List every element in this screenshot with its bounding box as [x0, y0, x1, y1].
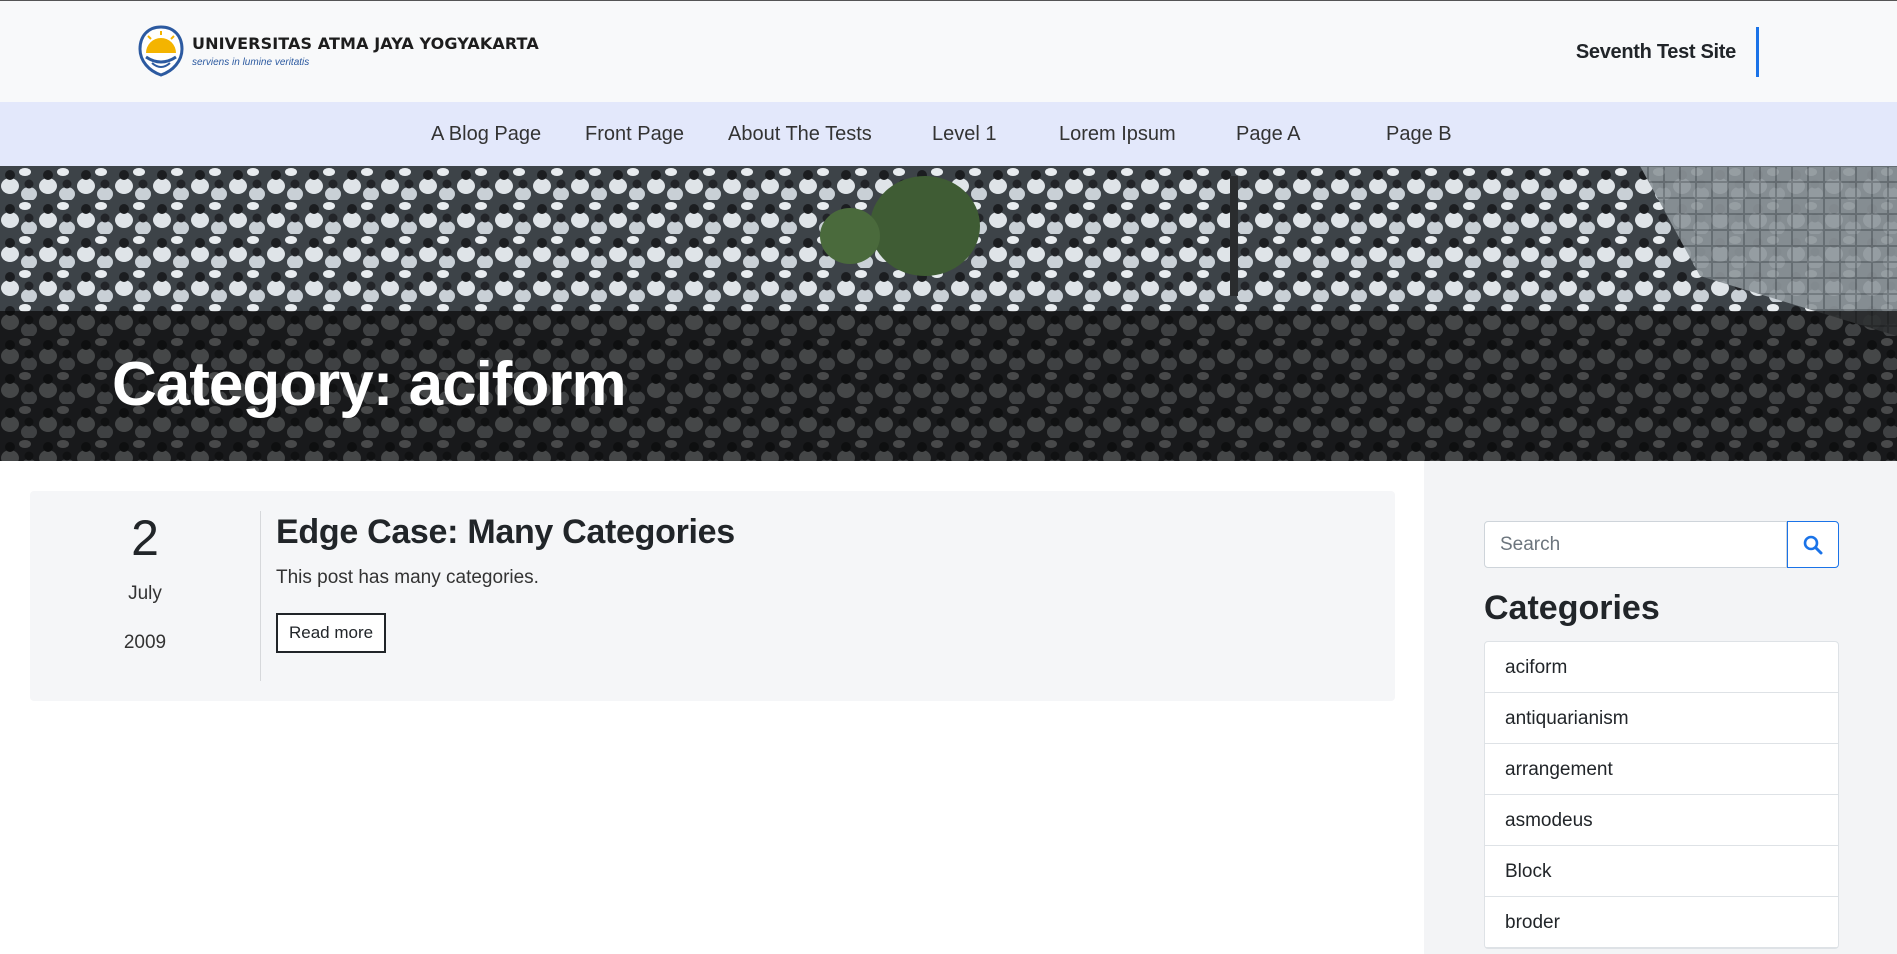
university-emblem-icon: [138, 25, 184, 77]
category-hero: Category: aciform: [0, 166, 1897, 461]
nav-item-level-1[interactable]: Level 1: [932, 123, 997, 146]
main-nav: A Blog Page Front Page About The Tests L…: [0, 102, 1897, 166]
category-item-block[interactable]: Block: [1485, 846, 1838, 897]
categories-list: aciform antiquarianism arrangement asmod…: [1484, 641, 1839, 949]
post-date: 2 July 2009: [30, 509, 260, 654]
logo-title: UNIVERSITAS ATMA JAYA YOGYAKARTA: [192, 34, 539, 53]
site-name-accent-bar: [1756, 27, 1759, 77]
read-more-button[interactable]: Read more: [276, 613, 387, 653]
category-item-broder[interactable]: broder: [1485, 897, 1838, 948]
search-icon: [1803, 535, 1823, 554]
page-title: Category: aciform: [112, 350, 627, 419]
post-date-year: 2009: [123, 632, 167, 653]
nav-item-about-the-tests[interactable]: About The Tests: [728, 123, 872, 146]
nav-item-page-b[interactable]: Page B: [1386, 123, 1452, 146]
post-excerpt: This post has many categories.: [276, 567, 539, 588]
date-divider: [260, 511, 261, 681]
sidebar: Categories aciform antiquarianism arrang…: [1424, 461, 1897, 954]
university-logo[interactable]: UNIVERSITAS ATMA JAYA YOGYAKARTA servien…: [138, 25, 539, 77]
post-date-day: 2: [131, 510, 159, 566]
category-item-arrangement[interactable]: arrangement: [1485, 744, 1838, 795]
category-item-antiquarianism[interactable]: antiquarianism: [1485, 693, 1838, 744]
search-form: [1484, 521, 1839, 568]
nav-item-page-a[interactable]: Page A: [1236, 123, 1301, 146]
nav-item-lorem-ipsum[interactable]: Lorem Ipsum: [1059, 123, 1176, 146]
category-item-aciform[interactable]: aciform: [1485, 642, 1838, 693]
nav-item-front-page[interactable]: Front Page: [585, 123, 684, 146]
search-button[interactable]: [1787, 521, 1839, 568]
post-date-month: July: [128, 583, 162, 604]
post-card: 2 July 2009 Edge Case: Many Categories T…: [30, 491, 1395, 701]
categories-heading: Categories: [1484, 589, 1660, 627]
search-input[interactable]: [1484, 521, 1787, 568]
category-item-asmodeus[interactable]: asmodeus: [1485, 795, 1838, 846]
site-header: UNIVERSITAS ATMA JAYA YOGYAKARTA servien…: [0, 0, 1897, 102]
nav-item-blog-page[interactable]: A Blog Page: [431, 123, 541, 146]
logo-subtitle: serviens in lumine veritatis: [192, 57, 310, 68]
post-title-link[interactable]: Edge Case: Many Categories: [276, 513, 735, 552]
site-name[interactable]: Seventh Test Site: [1576, 41, 1736, 64]
